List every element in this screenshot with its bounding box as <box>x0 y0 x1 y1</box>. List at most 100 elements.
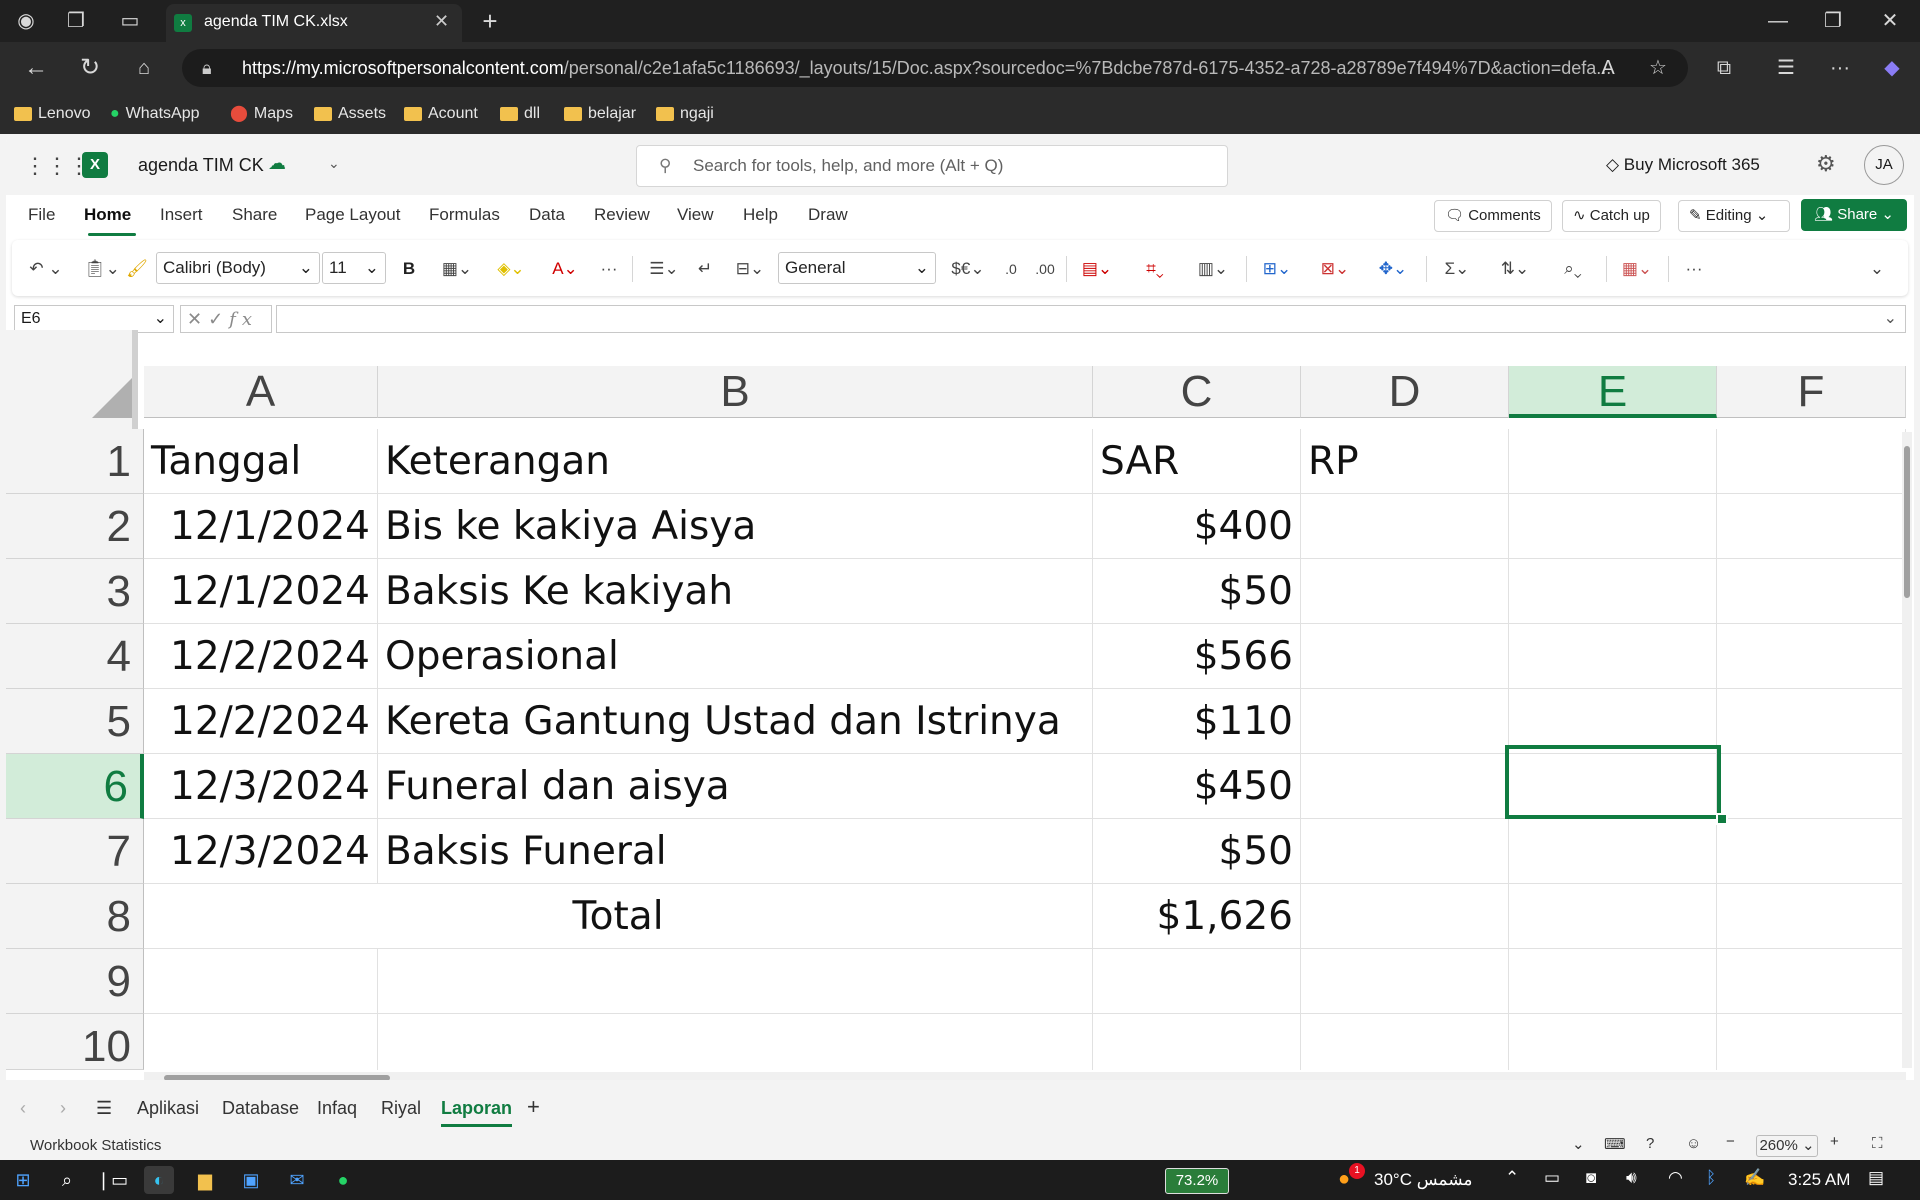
close-tab-icon[interactable]: ✕ <box>434 11 449 32</box>
avatar[interactable]: JA <box>1864 145 1904 185</box>
cell-b4[interactable]: Operasional <box>378 624 1093 689</box>
battery-icon[interactable]: ▭ <box>1544 1168 1560 1188</box>
tab-data[interactable]: Data <box>529 205 565 225</box>
tab-share[interactable]: Share <box>232 205 277 225</box>
bookmark-assets[interactable]: Assets <box>314 102 386 126</box>
document-title[interactable]: agenda TIM CK <box>138 155 264 176</box>
column-header-d[interactable]: D <box>1301 366 1509 418</box>
workbook-statistics[interactable]: Workbook Statistics <box>30 1137 161 1154</box>
fullscreen-icon[interactable]: ⛶ <box>1872 1135 1883 1152</box>
column-header-e[interactable]: E <box>1509 366 1717 418</box>
select-all-corner[interactable] <box>6 330 138 432</box>
search-input[interactable]: ⚲ Search for tools, help, and more (Alt … <box>636 145 1228 187</box>
minimize-icon[interactable]: — <box>1762 7 1794 35</box>
next-sheet-icon[interactable]: › <box>60 1098 66 1119</box>
row-header-2[interactable]: 2 <box>6 494 144 559</box>
formula-buttons[interactable]: ✕✓fx <box>180 305 272 333</box>
comments-button[interactable]: 🗨︎ Comments <box>1434 200 1552 232</box>
column-header-a[interactable]: A <box>144 366 378 418</box>
vertical-scrollbar[interactable] <box>1902 432 1912 1068</box>
tab-page-layout[interactable]: Page Layout <box>305 205 400 225</box>
more-font-icon[interactable]: ··· <box>594 254 624 284</box>
chevron-up-icon[interactable]: ⌃ <box>1505 1168 1519 1188</box>
zoom-out-icon[interactable]: − <box>1726 1133 1735 1150</box>
bold-button[interactable]: B <box>394 254 424 284</box>
vertical-scroll-thumb[interactable] <box>1904 446 1910 598</box>
refresh-icon[interactable]: ↻ <box>74 54 106 82</box>
expand-formula-icon[interactable]: ⌄ <box>1884 308 1897 328</box>
bookmark-maps[interactable]: ⬤ Maps <box>230 102 293 126</box>
bookmark-acount[interactable]: Acount <box>404 102 478 126</box>
cell-b2[interactable]: Bis ke kakiya Aisya <box>378 494 1093 559</box>
cell-d1[interactable]: RP <box>1301 429 1509 494</box>
format-painter-icon[interactable]: 🖌︎ <box>124 254 150 284</box>
row-header-8[interactable]: 8 <box>6 884 144 949</box>
merge-icon[interactable]: ⊟⌄ <box>726 254 774 284</box>
fill-color-icon[interactable]: ◈⌄ <box>486 254 536 284</box>
add-sheet-icon[interactable]: + <box>527 1094 540 1120</box>
url-field[interactable]: 🔒︎ https://my.microsoftpersonalcontent.c… <box>182 49 1688 87</box>
delete-cells-icon[interactable]: ⊠⌄ <box>1310 254 1360 284</box>
wrap-text-icon[interactable]: ↵ <box>690 254 720 284</box>
notifications-icon[interactable]: ▤ <box>1868 1168 1884 1188</box>
active-cell-e6[interactable] <box>1505 745 1721 819</box>
tab-draw[interactable]: Draw <box>808 205 848 225</box>
tab-help[interactable]: Help <box>743 205 778 225</box>
zoom-select[interactable]: 260% ⌄ <box>1756 1135 1818 1157</box>
bookmark-dll[interactable]: dll <box>500 102 540 126</box>
cell-c8-total-value[interactable]: $1,626 <box>1093 884 1301 949</box>
buy-microsoft-365-button[interactable]: ◇ Buy Microsoft 365 <box>1606 155 1760 175</box>
row-header-1[interactable]: 1 <box>6 429 144 494</box>
align-icon[interactable]: ☰⌄ <box>642 254 686 284</box>
name-box[interactable]: E6 ⌄ <box>14 305 174 333</box>
cell-a5[interactable]: 12/2/2024 <box>144 689 378 754</box>
read-aloud-icon[interactable]: A <box>1592 54 1624 82</box>
back-icon[interactable]: ← <box>20 54 52 82</box>
app-launcher-icon[interactable]: ⋮⋮⋮ <box>24 153 90 179</box>
tab-home[interactable]: Home <box>84 205 131 225</box>
home-icon[interactable]: ⌂ <box>128 54 160 82</box>
browser-tab-active[interactable]: x agenda TIM CK.xlsx ✕ <box>166 4 462 42</box>
cell-c3[interactable]: $50 <box>1093 559 1301 624</box>
cell-a6[interactable]: 12/3/2024 <box>144 754 378 819</box>
insert-cells-icon[interactable]: ⊞⌄ <box>1252 254 1302 284</box>
increase-decimal-icon[interactable]: .00 <box>1028 254 1062 284</box>
cell-styles-icon[interactable]: ▥⌄ <box>1188 254 1238 284</box>
close-window-icon[interactable]: ✕ <box>1874 7 1906 35</box>
format-as-table-icon[interactable]: ⌗⌄ <box>1130 254 1180 284</box>
tab-file[interactable]: File <box>28 205 55 225</box>
bookmark-belajar[interactable]: belajar <box>564 102 636 126</box>
cell-a3[interactable]: 12/1/2024 <box>144 559 378 624</box>
tab-view[interactable]: View <box>677 205 714 225</box>
maximize-icon[interactable]: ❐ <box>1817 7 1849 35</box>
currency-icon[interactable]: $€⌄ <box>946 254 990 284</box>
column-header-f[interactable]: F <box>1717 366 1906 418</box>
bookmark-lenovo[interactable]: Lenovo <box>14 102 91 126</box>
sheet-tab-aplikasi[interactable]: Aplikasi <box>137 1098 199 1119</box>
sort-filter-icon[interactable]: ⇅⌄ <box>1490 254 1540 284</box>
start-windows-icon[interactable]: ⊞ <box>8 1166 38 1194</box>
copilot-icon[interactable]: ◆ <box>1876 54 1908 82</box>
editing-mode-button[interactable]: ✎ Editing ⌄ <box>1678 200 1790 232</box>
more-options-icon[interactable]: ··· <box>1676 254 1712 284</box>
store-icon[interactable]: ▣ <box>236 1166 266 1194</box>
autosum-icon[interactable]: Σ⌄ <box>1432 254 1482 284</box>
battery-percent[interactable]: 73.2% <box>1165 1168 1229 1194</box>
find-icon[interactable]: ⌕⌄ <box>1548 254 1598 284</box>
conditional-formatting-icon[interactable]: ▤⌄ <box>1072 254 1122 284</box>
fill-handle[interactable] <box>1716 813 1728 825</box>
bookmark-ngaji[interactable]: ngaji <box>656 102 714 126</box>
volume-icon[interactable]: 🔊︎ <box>1626 1168 1637 1188</box>
feedback-icon[interactable]: ☺ <box>1686 1135 1701 1152</box>
cell-c2[interactable]: $400 <box>1093 494 1301 559</box>
tab-review[interactable]: Review <box>594 205 650 225</box>
row-header-7[interactable]: 7 <box>6 819 144 884</box>
tab-formulas[interactable]: Formulas <box>429 205 500 225</box>
tab-actions-icon[interactable]: ▭ <box>114 7 146 35</box>
cell-e1[interactable] <box>1509 429 1717 494</box>
tab-insert[interactable]: Insert <box>160 205 203 225</box>
browser-profile-icon[interactable]: ◉ <box>10 7 42 35</box>
format-cells-icon[interactable]: ✥⌄ <box>1368 254 1418 284</box>
add-ins-icon[interactable]: ▦⌄ <box>1612 254 1662 284</box>
whatsapp-icon[interactable]: ● <box>328 1166 358 1194</box>
